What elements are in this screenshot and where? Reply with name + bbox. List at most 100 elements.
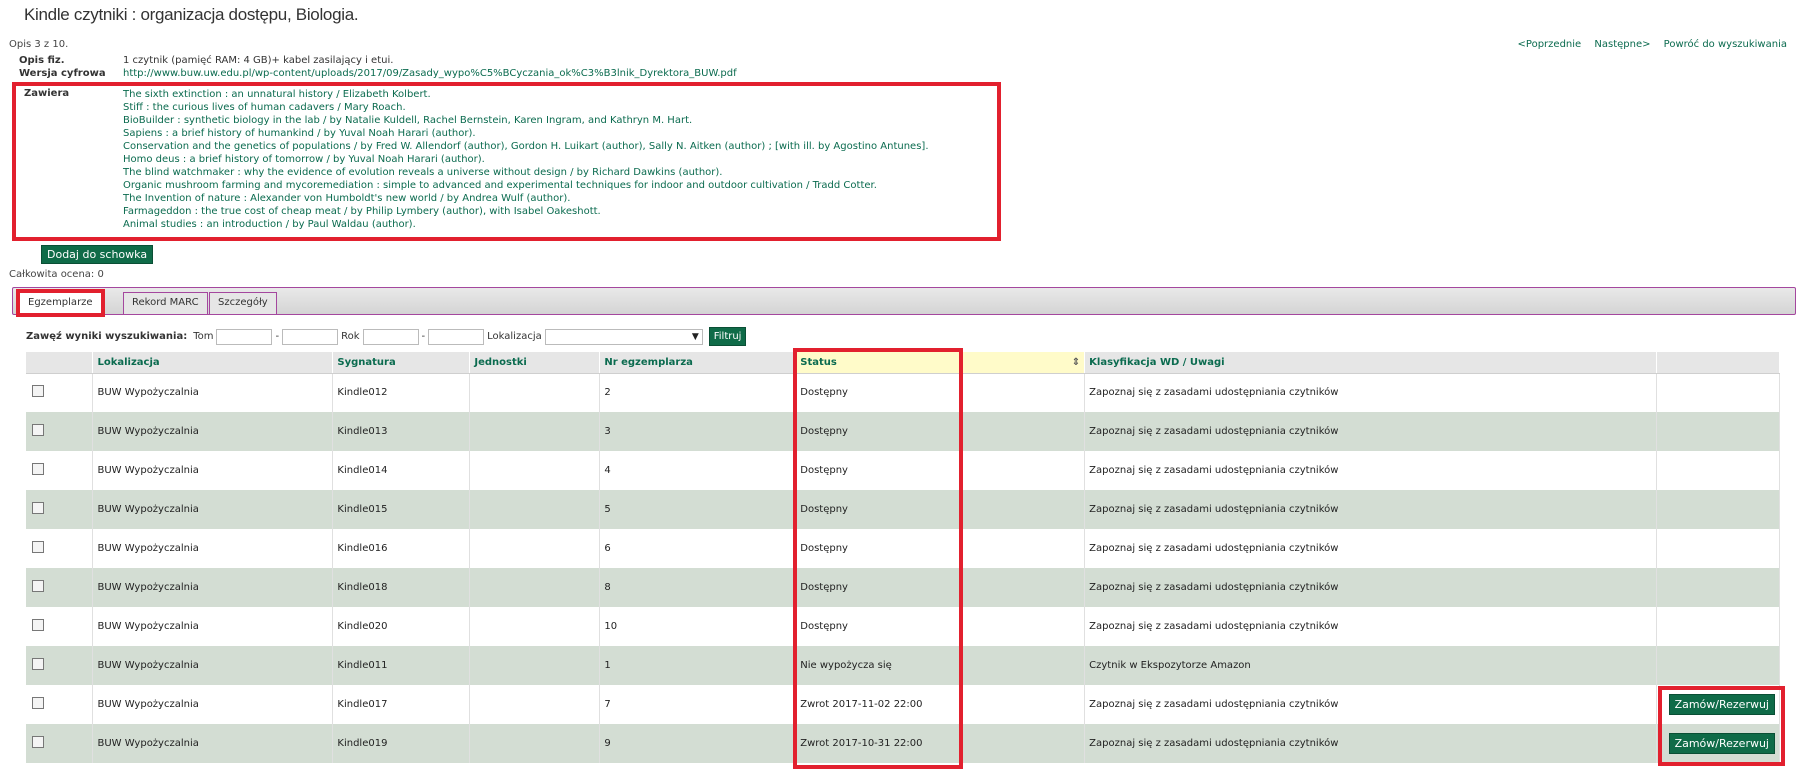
cell-lokalizacja: BUW Wypożyczalnia — [92, 607, 334, 646]
col-header-klasyfikacja[interactable]: Klasyfikacja WD / Uwagi — [1084, 352, 1657, 374]
add-to-clipboard-button[interactable]: Dodaj do schowka — [41, 245, 154, 264]
contents-item[interactable]: Organic mushroom farming and mycoremedia… — [123, 179, 993, 192]
cell-jednostki — [469, 646, 601, 685]
row-checkbox[interactable] — [32, 697, 44, 709]
cell-uwagi: Zapoznaj się z zasadami udostępniania cz… — [1084, 490, 1657, 529]
wersja-label: Wersja cyfrowa — [19, 68, 106, 79]
back-to-search-link[interactable]: Powróć do wyszukiwania — [1664, 39, 1787, 50]
cell-jednostki — [469, 490, 601, 529]
table-row: BUW Wypożyczalnia Kindle017 7 Zwrot 2017… — [26, 685, 1781, 724]
cell-order: Zamów/Rezerwuj — [1656, 724, 1781, 763]
cell-sygnatura: Kindle018 — [332, 568, 471, 607]
cell-lokalizacja: BUW Wypożyczalnia — [92, 490, 334, 529]
cell-jednostki — [469, 568, 601, 607]
rok-to-input[interactable] — [428, 328, 485, 345]
row-checkbox[interactable] — [32, 424, 44, 436]
cell-lokalizacja: BUW Wypożyczalnia — [92, 646, 334, 685]
cell-status: Dostępny — [795, 568, 1086, 607]
row-checkbox[interactable] — [32, 619, 44, 631]
cell-uwagi: Zapoznaj się z zasadami udostępniania cz… — [1084, 412, 1657, 451]
cell-order — [1656, 412, 1781, 451]
order-reserve-button[interactable]: Zamów/Rezerwuj — [1668, 694, 1775, 715]
cell-uwagi: Czytnik w Ekspozytorze Amazon — [1084, 646, 1657, 685]
contents-item[interactable]: The Invention of nature : Alexander von … — [123, 192, 993, 205]
next-link[interactable]: Następne> — [1594, 39, 1650, 50]
cell-status: Dostępny — [795, 451, 1086, 490]
tabs-bar: Egzemplarze Rekord MARC Szczegóły — [12, 287, 1796, 317]
contents-item[interactable]: Animal studies : an introduction / by Pa… — [123, 218, 993, 231]
contents-item[interactable]: Conservation and the genetics of populat… — [123, 140, 993, 153]
lokalizacja-select[interactable]: ▼ — [544, 328, 703, 345]
cell-order — [1656, 373, 1781, 412]
contents-item[interactable]: Homo deus : a brief history of tomorrow … — [123, 153, 993, 166]
cell-sygnatura: Kindle014 — [332, 451, 471, 490]
row-checkbox[interactable] — [32, 580, 44, 592]
row-checkbox[interactable] — [32, 385, 44, 398]
tom-from-input[interactable] — [216, 328, 273, 345]
cell-status: Zwrot 2017-11-02 22:00 — [795, 685, 1086, 724]
select-column-header — [26, 352, 94, 374]
cell-uwagi: Zapoznaj się z zasadami udostępniania cz… — [1084, 451, 1657, 490]
filter-button[interactable]: Filtruj — [708, 327, 747, 346]
col-header-lokalizacja[interactable]: Lokalizacja — [92, 352, 334, 374]
record-metadata: Opis fiz. 1 czytnik (pamięć RAM: 4 GB)+ … — [19, 54, 737, 80]
record-navigation: <Poprzednie Następne> Powróć do wyszukiw… — [1508, 39, 1787, 50]
contents-label: Zawiera — [24, 88, 70, 99]
table-row: BUW Wypożyczalnia Kindle019 9 Zwrot 2017… — [26, 724, 1781, 763]
row-checkbox[interactable] — [32, 502, 44, 514]
cell-nr: 6 — [599, 529, 797, 568]
cell-uwagi: Zapoznaj się z zasadami udostępniania cz… — [1084, 568, 1657, 607]
cell-lokalizacja: BUW Wypożyczalnia — [92, 373, 334, 412]
contents-item[interactable]: Stiff : the curious lives of human cadav… — [123, 101, 993, 114]
row-checkbox[interactable] — [32, 658, 44, 670]
cell-lokalizacja: BUW Wypożyczalnia — [92, 451, 334, 490]
order-column-header — [1656, 352, 1781, 374]
cell-nr: 4 — [599, 451, 797, 490]
cell-status: Dostępny — [795, 490, 1086, 529]
filter-row: Zawęź wyniki wyszukiwania: Tom - Rok - L… — [26, 327, 747, 346]
cell-jednostki — [469, 373, 601, 412]
rating-text: Całkowita ocena: 0 — [9, 269, 104, 280]
cell-sygnatura: Kindle011 — [332, 646, 471, 685]
cell-uwagi: Zapoznaj się z zasadami udostępniania cz… — [1084, 529, 1657, 568]
cell-lokalizacja: BUW Wypożyczalnia — [92, 724, 334, 763]
contents-item[interactable]: BioBuilder : synthetic biology in the la… — [123, 114, 993, 127]
col-header-sygnatura[interactable]: Sygnatura — [332, 352, 471, 374]
cell-sygnatura: Kindle013 — [332, 412, 471, 451]
cell-nr: 8 — [599, 568, 797, 607]
items-table: Lokalizacja Sygnatura Jednostki Nr egzem… — [26, 352, 1781, 763]
prev-link[interactable]: <Poprzednie — [1518, 39, 1582, 50]
cell-sygnatura: Kindle015 — [332, 490, 471, 529]
cell-uwagi: Zapoznaj się z zasadami udostępniania cz… — [1084, 685, 1657, 724]
table-row: BUW Wypożyczalnia Kindle016 6 Dostępny Z… — [26, 529, 1781, 568]
contents-item[interactable]: Farmageddon : the true cost of cheap mea… — [123, 205, 993, 218]
cell-nr: 1 — [599, 646, 797, 685]
col-header-status[interactable]: Status ⇕ — [795, 352, 1086, 374]
row-checkbox[interactable] — [32, 541, 44, 553]
cell-order: Zamów/Rezerwuj — [1656, 685, 1781, 724]
cell-status: Dostępny — [795, 373, 1086, 412]
contents-item[interactable]: The sixth extinction : an unnatural hist… — [123, 88, 993, 101]
digital-version-link[interactable]: http://www.buw.uw.edu.pl/wp-content/uplo… — [123, 68, 737, 79]
cell-nr: 3 — [599, 412, 797, 451]
order-reserve-button[interactable]: Zamów/Rezerwuj — [1668, 733, 1775, 754]
contents-item[interactable]: Sapiens : a brief history of humankind /… — [123, 127, 993, 140]
cell-order — [1656, 490, 1781, 529]
cell-sygnatura: Kindle020 — [332, 607, 471, 646]
cell-lokalizacja: BUW Wypożyczalnia — [92, 685, 334, 724]
col-header-jednostki[interactable]: Jednostki — [469, 352, 601, 374]
table-row: BUW Wypożyczalnia Kindle012 2 Dostępny Z… — [26, 373, 1781, 412]
row-checkbox[interactable] — [32, 463, 44, 475]
contents-list: The sixth extinction : an unnatural hist… — [123, 88, 993, 231]
contents-item[interactable]: The blind watchmaker : why the evidence … — [123, 166, 993, 179]
rok-from-input[interactable] — [362, 328, 419, 345]
cell-uwagi: Zapoznaj się z zasadami udostępniania cz… — [1084, 724, 1657, 763]
row-checkbox[interactable] — [32, 736, 44, 748]
tom-to-input[interactable] — [282, 328, 339, 345]
col-header-nr-egzemplarza[interactable]: Nr egzemplarza — [599, 352, 797, 374]
tab-egzemplarze[interactable]: Egzemplarze — [16, 289, 105, 317]
tab-szczegoly[interactable]: Szczegóły — [209, 292, 277, 314]
tab-rekord-marc[interactable]: Rekord MARC — [123, 292, 208, 314]
col-header-status-label: Status — [800, 356, 837, 368]
cell-order — [1656, 529, 1781, 568]
